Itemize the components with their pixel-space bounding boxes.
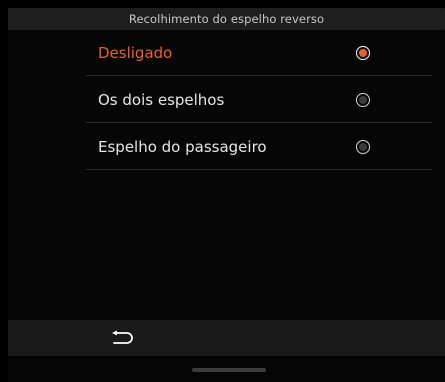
radio-button-icon[interactable] [356,92,370,107]
page-title: Recolhimento do espelho reverso [128,12,325,26]
radio-unselected-dot [359,95,367,104]
option-label: Espelho do passageiro [98,137,267,156]
radio-selected-dot [359,48,367,57]
radio-button-icon[interactable] [356,139,370,154]
back-button[interactable] [104,326,140,350]
option-label: Os dois espelhos [98,90,225,109]
home-indicator[interactable] [192,368,266,372]
option-desligado[interactable]: Desligado [86,30,432,76]
nav-strip [8,357,445,382]
option-espelho-do-passageiro[interactable]: Espelho do passageiro [86,124,432,170]
header-bar: Recolhimento do espelho reverso [8,8,445,30]
back-arrow-icon [112,330,133,344]
options-panel: Desligado Os dois espelhos Espelho do pa… [8,30,445,320]
option-os-dois-espelhos[interactable]: Os dois espelhos [86,77,432,123]
bottom-bar [8,320,445,356]
screen: Recolhimento do espelho reverso Desligad… [0,0,445,382]
radio-button-icon[interactable] [356,45,370,60]
radio-unselected-dot [359,142,367,151]
option-label: Desligado [98,43,173,62]
